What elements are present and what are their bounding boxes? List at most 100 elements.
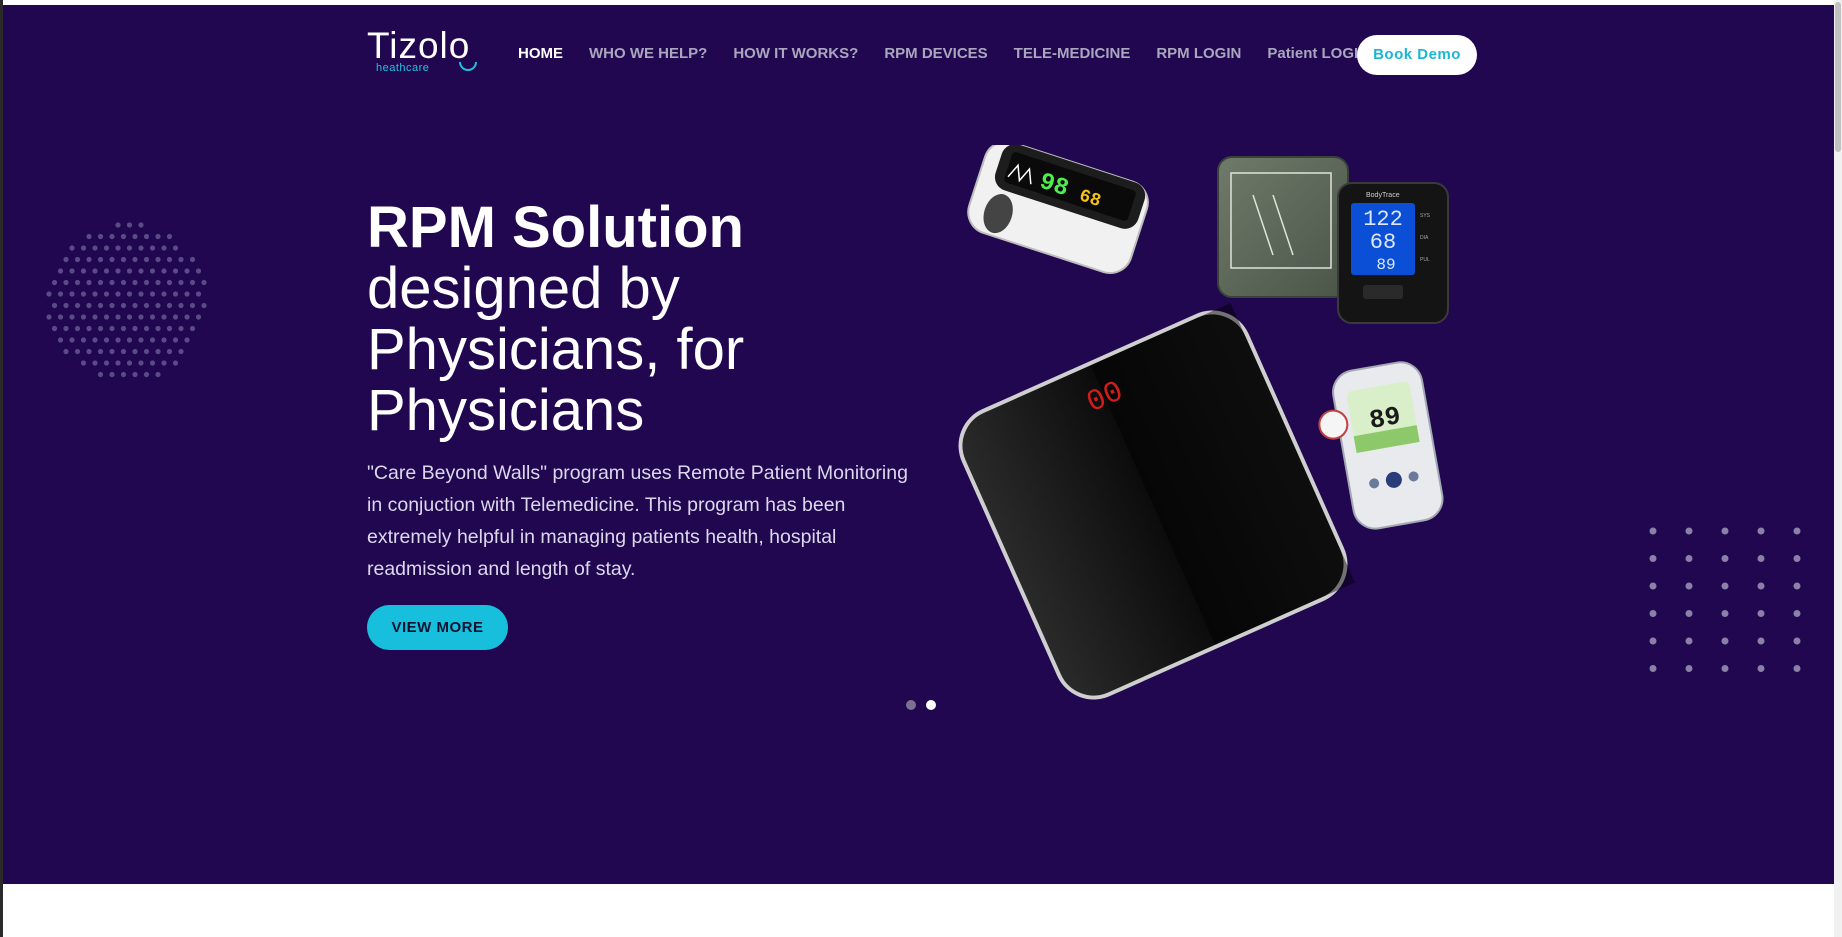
view-more-button[interactable]: VIEW MORE [367, 605, 508, 650]
book-demo-button[interactable]: Book Demo [1357, 35, 1477, 75]
page-scrollbar[interactable] [1834, 0, 1842, 937]
pattern-dot [109, 256, 115, 263]
pattern-dot [80, 291, 87, 297]
pattern-dot [103, 291, 110, 297]
pattern-dot [1757, 637, 1765, 645]
hero-section: Tizolo heathcare HOME WHO WE HELP? HOW I… [3, 5, 1834, 884]
pattern-dot [1793, 637, 1801, 645]
slider-dots [906, 700, 936, 710]
pattern-dot [1721, 555, 1729, 562]
pattern-dot [1757, 582, 1765, 590]
pattern-dot [126, 314, 133, 320]
nav-home[interactable]: HOME [518, 45, 563, 63]
pattern-dot [57, 314, 64, 320]
glucometer-value: 89 [1367, 401, 1403, 436]
pattern-dot [120, 302, 127, 309]
decorative-dot-pattern-left [46, 222, 207, 378]
bp-label-pul: PUL [1420, 257, 1430, 263]
pattern-dot [1685, 582, 1693, 590]
pattern-dot [138, 245, 144, 251]
pattern-dot [115, 245, 121, 251]
pattern-dot [126, 268, 133, 274]
nav-who-we-help[interactable]: WHO WE HELP? [589, 45, 707, 63]
pattern-dot [115, 360, 121, 366]
weight-scale-icon: 00 [958, 302, 1356, 700]
pattern-dot [46, 291, 52, 297]
slider-dot-1[interactable] [906, 700, 916, 710]
logo-smile-icon [459, 62, 477, 71]
pattern-dot [178, 325, 184, 332]
pattern-dot [92, 337, 98, 343]
glucometer-icon: 89 [1318, 361, 1444, 530]
logo-subtext: heathcare [376, 62, 430, 74]
pattern-dot [201, 302, 207, 309]
bp-sys-value: 122 [1363, 207, 1403, 232]
hero-description: "Care Beyond Walls" program uses Remote … [367, 462, 908, 580]
pattern-dot [189, 325, 196, 332]
pattern-dot [109, 302, 115, 309]
tizolo-logo[interactable]: Tizolo heathcare [367, 27, 487, 77]
page-scrollbar-thumb[interactable] [1835, 2, 1841, 152]
pattern-dot [143, 279, 150, 286]
pattern-dot [1757, 555, 1765, 562]
pattern-dot [1685, 665, 1693, 672]
pattern-dot [86, 325, 92, 332]
pattern-dot [1721, 637, 1729, 645]
pattern-dot [63, 256, 69, 263]
pattern-dot [1757, 665, 1765, 672]
pattern-dot [143, 302, 150, 309]
nav-rpm-devices[interactable]: RPM DEVICES [884, 45, 987, 63]
pattern-dot [103, 360, 110, 366]
pattern-dot [115, 268, 121, 274]
slider-dot-2[interactable] [926, 700, 936, 710]
pattern-dot [143, 348, 150, 355]
pattern-dot [86, 279, 92, 286]
pulse-oximeter-icon: 98 68 [967, 145, 1149, 274]
pattern-dot [149, 314, 156, 320]
nav-how-it-works[interactable]: HOW IT WORKS? [733, 45, 858, 63]
pattern-dot [126, 222, 133, 228]
pattern-dot [97, 256, 104, 263]
pattern-dot [195, 314, 202, 320]
pattern-dot [1649, 610, 1657, 617]
bp-label-dia: DIA [1420, 235, 1429, 241]
pattern-dot [1685, 637, 1693, 645]
pattern-dot [103, 314, 110, 320]
pattern-dot [80, 268, 87, 274]
pattern-dot [166, 325, 173, 332]
pattern-dot [1793, 527, 1801, 535]
pattern-dot [155, 233, 161, 240]
nav-rpm-login[interactable]: RPM LOGIN [1156, 45, 1241, 63]
pattern-dot [1757, 610, 1765, 617]
pattern-dot [103, 337, 110, 343]
hero-title-bold: RPM Solution [367, 195, 744, 260]
pattern-dot [1685, 555, 1693, 562]
pattern-dot [63, 302, 69, 309]
pattern-dot [80, 337, 87, 343]
pattern-dot [149, 360, 156, 366]
pattern-dot [172, 360, 179, 366]
pattern-dot [143, 325, 150, 332]
pattern-dot [1793, 555, 1801, 562]
pattern-dot [172, 268, 179, 274]
pattern-dot [149, 291, 156, 297]
logo-text: Tizolo [367, 25, 471, 66]
nav-tele-medicine[interactable]: TELE-MEDICINE [1014, 45, 1131, 63]
pattern-dot [1649, 555, 1657, 562]
pattern-dot [80, 360, 87, 366]
pattern-dot [109, 233, 115, 240]
pattern-dot [161, 360, 167, 366]
pattern-dot [69, 337, 75, 343]
bp-monitor-brand: BodyTrace [1366, 192, 1400, 199]
pattern-dot [149, 245, 156, 251]
pattern-dot [138, 314, 144, 320]
pattern-dot [115, 291, 121, 297]
pattern-dot [63, 325, 69, 332]
pattern-dot [132, 348, 138, 355]
pattern-dot [1721, 665, 1729, 672]
pattern-dot [184, 268, 190, 274]
pattern-dot [1793, 582, 1801, 590]
nav-patient-login[interactable]: Patient LOGIN [1267, 45, 1369, 63]
pattern-dot [86, 233, 92, 240]
pattern-dot [178, 256, 184, 263]
